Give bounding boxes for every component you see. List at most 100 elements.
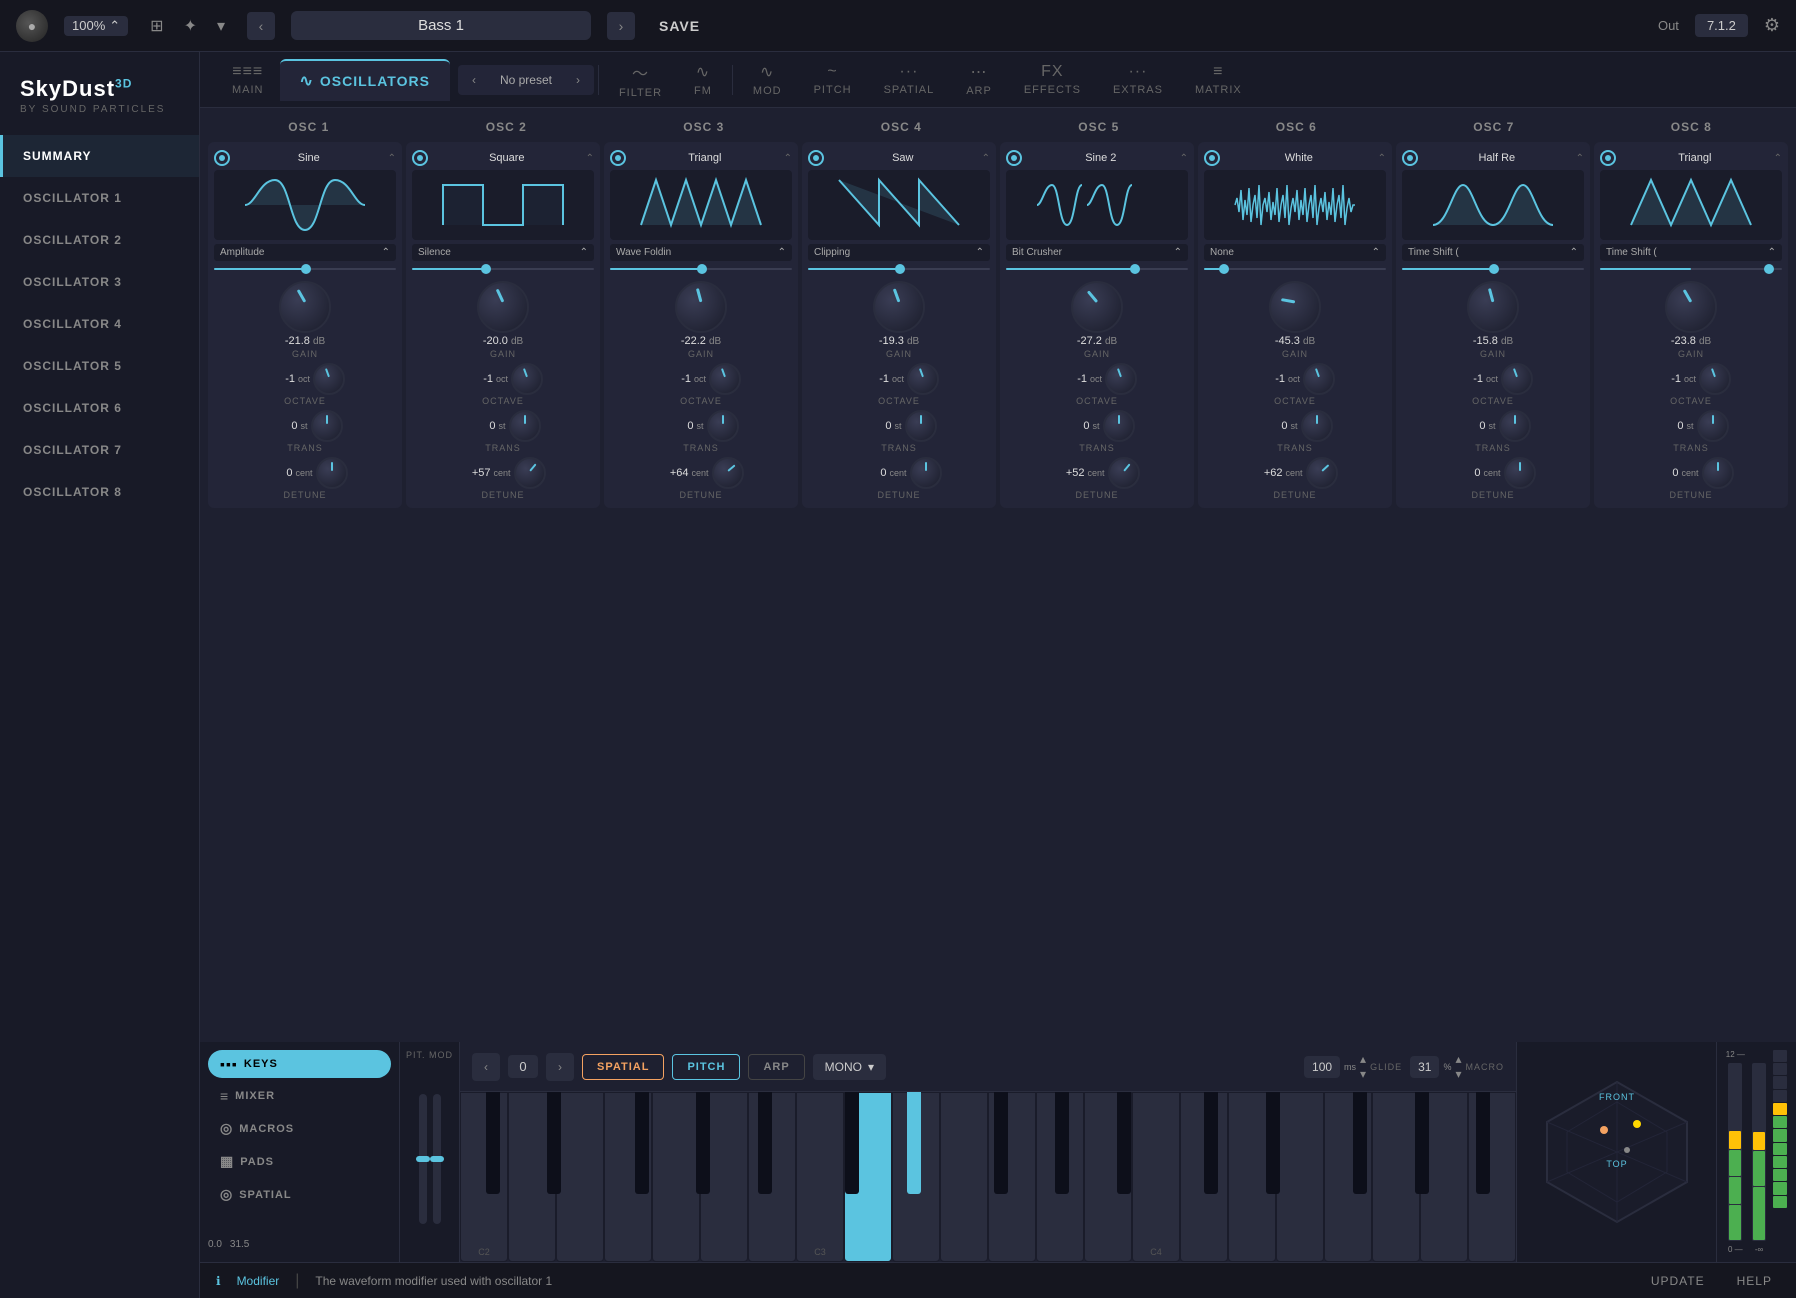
sidebar-item-osc1[interactable]: OSCILLATOR 1 <box>0 177 199 219</box>
preset-name-display[interactable]: Bass 1 <box>291 11 591 40</box>
osc6-octave-knob[interactable] <box>1303 363 1335 395</box>
piano-key-gs3[interactable] <box>1055 1092 1069 1194</box>
osc5-slider[interactable] <box>1006 265 1188 273</box>
glide-value[interactable]: 100 <box>1304 1056 1340 1078</box>
piano-key-fs2[interactable] <box>635 1092 649 1194</box>
sidebar-item-osc5[interactable]: OSCILLATOR 5 <box>0 345 199 387</box>
osc5-octave-knob[interactable] <box>1105 363 1137 395</box>
osc2-detune-knob[interactable] <box>514 457 546 489</box>
osc3-gain-knob[interactable] <box>675 281 727 333</box>
osc1-gain-knob[interactable] <box>279 281 331 333</box>
osc2-power-btn[interactable] <box>412 150 428 166</box>
tab-extras[interactable]: ··· EXTRAS <box>1097 55 1179 104</box>
osc3-power-btn[interactable] <box>610 150 626 166</box>
osc8-detune-knob[interactable] <box>1702 457 1734 489</box>
puzzle-icon[interactable]: ✦ <box>178 12 203 40</box>
piano-key-ds3[interactable] <box>907 1092 921 1194</box>
osc3-trans-knob[interactable] <box>707 410 739 442</box>
piano-key-c3[interactable]: C3 <box>796 1092 844 1262</box>
sidebar-item-osc4[interactable]: OSCILLATOR 4 <box>0 303 199 345</box>
osc3-detune-knob[interactable] <box>712 457 744 489</box>
save-button[interactable]: SAVE <box>651 14 708 38</box>
osc6-power-btn[interactable] <box>1204 150 1220 166</box>
glide-down-btn[interactable]: ▾ <box>1360 1067 1366 1081</box>
tab-main[interactable]: ≡≡≡ MAIN <box>216 55 280 104</box>
osc7-gain-knob[interactable] <box>1467 281 1519 333</box>
osc1-modifier[interactable]: Amplitude⌃ <box>214 244 396 261</box>
piano-key-fs4[interactable] <box>1353 1092 1367 1194</box>
piano-key-b2[interactable] <box>748 1092 796 1262</box>
osc7-octave-knob[interactable] <box>1501 363 1533 395</box>
sidebar-item-osc6[interactable]: OSCILLATOR 6 <box>0 387 199 429</box>
osc6-gain-knob[interactable] <box>1269 281 1321 333</box>
piano-key-cs4[interactable] <box>1204 1092 1218 1194</box>
sidebar-item-osc7[interactable]: OSCILLATOR 7 <box>0 429 199 471</box>
osc3-modifier[interactable]: Wave Foldin⌃ <box>610 244 792 261</box>
osc3-octave-knob[interactable] <box>709 363 741 395</box>
osc8-trans-knob[interactable] <box>1697 410 1729 442</box>
prev-preset-btn[interactable]: ‹ <box>247 12 275 40</box>
osc5-modifier[interactable]: Bit Crusher⌃ <box>1006 244 1188 261</box>
app-logo[interactable]: ● <box>16 10 48 42</box>
keys-tab-keys[interactable]: ▪▪▪ KEYS <box>208 1050 391 1078</box>
piano-key-as4[interactable] <box>1476 1092 1490 1194</box>
osc6-type-select[interactable]: White <box>1224 152 1374 164</box>
help-button[interactable]: HELP <box>1729 1270 1780 1292</box>
piano-key-ds2[interactable] <box>547 1092 561 1194</box>
tab-effects[interactable]: FX EFFECTS <box>1008 55 1097 104</box>
osc1-trans-knob[interactable] <box>311 410 343 442</box>
tab-matrix[interactable]: ≡ MATRIX <box>1179 55 1258 104</box>
osc1-octave-knob[interactable] <box>313 363 345 395</box>
piano-key-gs2[interactable] <box>696 1092 710 1194</box>
prev-octave-btn[interactable]: ‹ <box>472 1053 500 1081</box>
osc2-slider[interactable] <box>412 265 594 273</box>
osc1-power-btn[interactable] <box>214 150 230 166</box>
zoom-control[interactable]: 100% ⌃ <box>64 16 128 36</box>
grid-icon[interactable]: ⊞ <box>144 12 169 40</box>
osc1-detune-knob[interactable] <box>316 457 348 489</box>
keys-tab-pads[interactable]: ▦ PADS <box>208 1147 391 1176</box>
osc5-detune-knob[interactable] <box>1108 457 1140 489</box>
osc1-slider[interactable] <box>214 265 396 273</box>
tab-filter[interactable]: 〜 FILTER <box>603 52 678 107</box>
piano-key-as3[interactable] <box>1117 1092 1131 1194</box>
dropdown-icon[interactable]: ▾ <box>211 12 231 40</box>
keys-tab-spatial[interactable]: ◎ SPATIAL <box>208 1180 391 1209</box>
piano-key-f3[interactable] <box>940 1092 988 1262</box>
tab-oscillators[interactable]: ∿ OSCILLATORS <box>280 59 450 101</box>
poly-select[interactable]: MONO ▾ <box>813 1054 886 1080</box>
tab-spatial[interactable]: ··· SPATIAL <box>868 55 951 104</box>
update-button[interactable]: UPDATE <box>1643 1270 1713 1292</box>
osc6-slider[interactable] <box>1204 265 1386 273</box>
osc7-modifier[interactable]: Time Shift (⌃ <box>1402 244 1584 261</box>
osc2-trans-knob[interactable] <box>509 410 541 442</box>
osc8-modifier[interactable]: Time Shift (⌃ <box>1600 244 1782 261</box>
pit-slider-2[interactable] <box>433 1094 441 1224</box>
osc7-detune-knob[interactable] <box>1504 457 1536 489</box>
preset-next-btn[interactable]: › <box>572 71 584 89</box>
keys-tab-macros[interactable]: ◎ MACROS <box>208 1114 391 1143</box>
osc3-type-select[interactable]: Triangl <box>630 152 780 164</box>
osc2-octave-knob[interactable] <box>511 363 543 395</box>
osc5-power-btn[interactable] <box>1006 150 1022 166</box>
osc8-slider[interactable] <box>1600 265 1782 273</box>
piano-key-ds4[interactable] <box>1266 1092 1280 1194</box>
osc6-detune-knob[interactable] <box>1306 457 1338 489</box>
osc4-slider[interactable] <box>808 265 990 273</box>
keys-tab-mixer[interactable]: ≡ MIXER <box>208 1082 391 1110</box>
macro-up-btn[interactable]: ▴ <box>1455 1052 1461 1066</box>
out-value[interactable]: 7.1.2 <box>1695 14 1748 37</box>
osc4-detune-knob[interactable] <box>910 457 942 489</box>
piano-key-g2[interactable] <box>652 1092 700 1262</box>
osc2-modifier[interactable]: Silence⌃ <box>412 244 594 261</box>
macro-value[interactable]: 31 <box>1410 1056 1439 1078</box>
preset-prev-btn[interactable]: ‹ <box>468 71 480 89</box>
piano-key-a4[interactable] <box>1372 1092 1420 1262</box>
tab-pitch[interactable]: ~ PITCH <box>798 55 868 104</box>
piano-key-as2[interactable] <box>758 1092 772 1194</box>
osc5-type-select[interactable]: Sine 2 <box>1026 152 1176 164</box>
osc8-type-select[interactable]: Triangl <box>1620 152 1770 164</box>
piano-key-gs4[interactable] <box>1415 1092 1429 1194</box>
osc7-trans-knob[interactable] <box>1499 410 1531 442</box>
osc4-gain-knob[interactable] <box>873 281 925 333</box>
